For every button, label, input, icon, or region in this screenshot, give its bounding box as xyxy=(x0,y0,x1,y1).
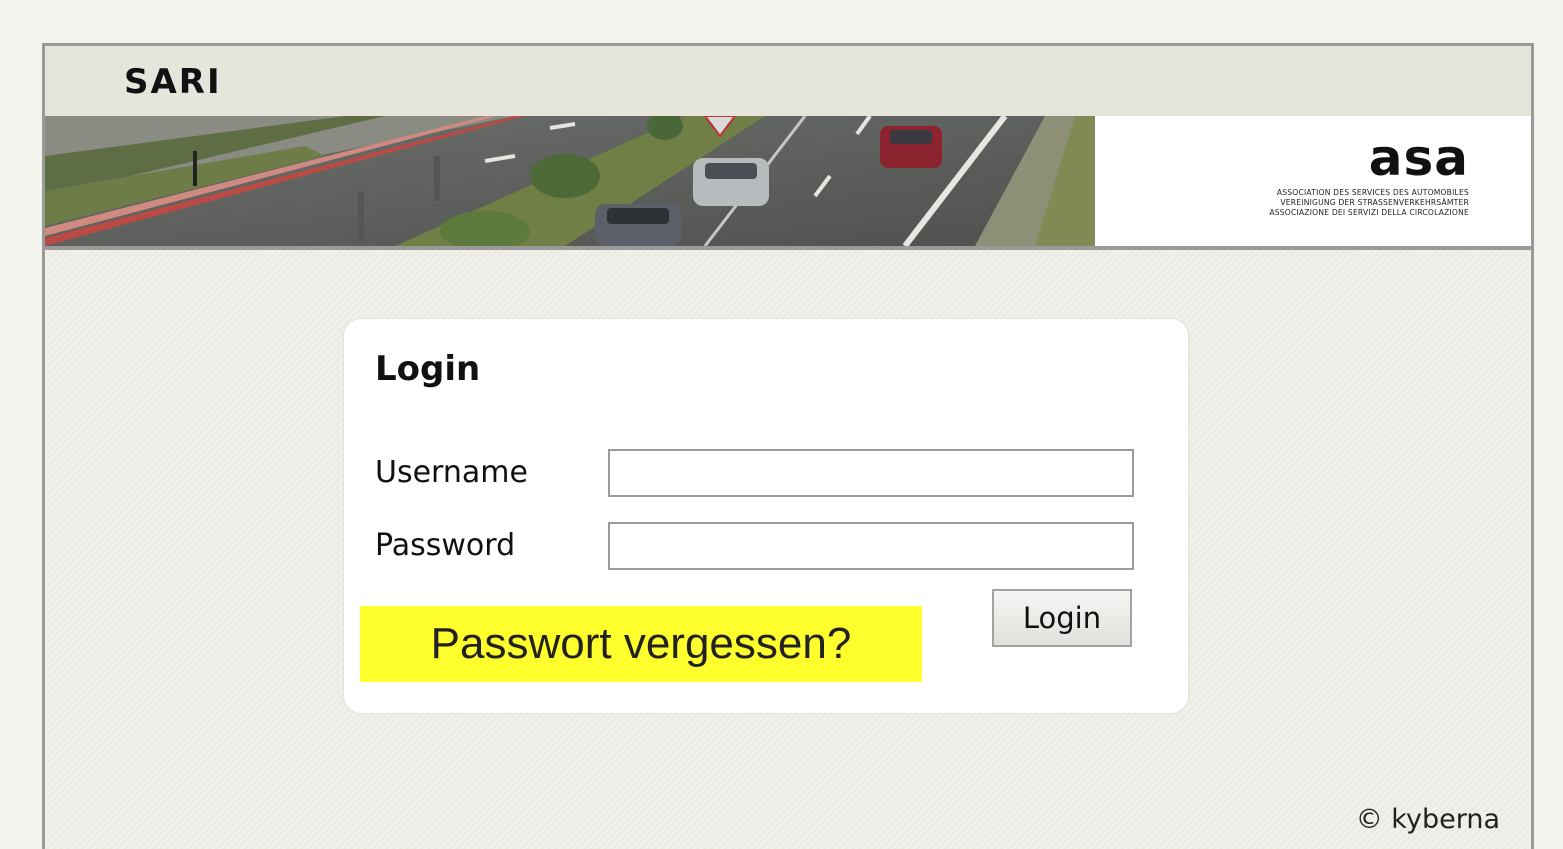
login-panel: Login Username Password Passwort vergess… xyxy=(343,318,1189,714)
copyright-notice: © kyberna xyxy=(1355,804,1500,835)
asa-logo-line-it: ASSOCIAZIONE DEI SERVIZI DELLA CIRCOLAZI… xyxy=(1269,208,1469,217)
password-label: Password xyxy=(375,528,516,563)
app-title: SARI xyxy=(124,62,222,102)
asa-logo-line-fr: ASSOCIATION DES SERVICES DES AUTOMOBILES xyxy=(1276,188,1469,197)
title-bar: SARI xyxy=(45,46,1531,116)
forgot-password-link[interactable]: Passwort vergessen? xyxy=(360,606,922,682)
asa-logo-word: asa xyxy=(1368,129,1469,187)
asa-logo-line-de: VEREINIGUNG DER STRASSENVERKEHRSÄMTER xyxy=(1280,198,1469,207)
username-field[interactable] xyxy=(608,449,1134,497)
asa-logo: asa ASSOCIATION DES SERVICES DES AUTOMOB… xyxy=(1269,129,1469,218)
highway-traffic-photo xyxy=(45,116,1095,246)
login-button[interactable]: Login xyxy=(992,589,1132,647)
header-banner: asa ASSOCIATION DES SERVICES DES AUTOMOB… xyxy=(45,116,1531,250)
password-field[interactable] xyxy=(608,522,1134,570)
username-label: Username xyxy=(375,455,528,490)
app-window: SARI asa ASSOCIATION DES SERVICES DES AU… xyxy=(42,43,1534,849)
login-heading: Login xyxy=(375,349,481,389)
